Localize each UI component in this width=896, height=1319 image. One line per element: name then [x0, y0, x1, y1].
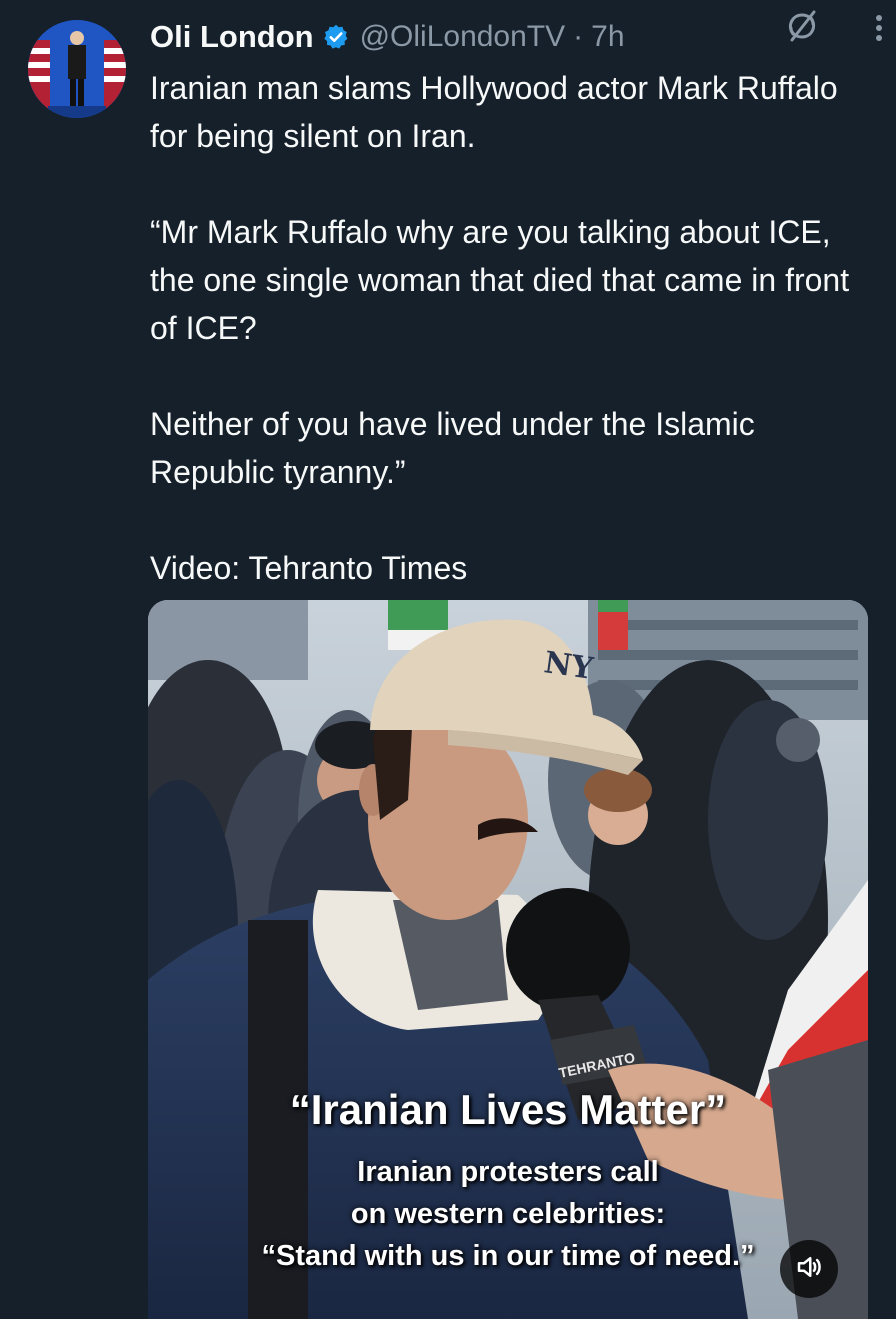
avatar[interactable]	[28, 20, 126, 118]
author-name[interactable]: Oli London	[150, 19, 314, 55]
mute-button[interactable]	[780, 1240, 838, 1298]
grok-icon[interactable]	[784, 8, 820, 44]
post-time[interactable]: 7h	[591, 20, 624, 54]
post-paragraph: Iranian man slams Hollywood actor Mark R…	[150, 70, 838, 154]
post-paragraph: Neither of you have lived under the Isla…	[150, 406, 755, 490]
post-text: Iranian man slams Hollywood actor Mark R…	[150, 64, 870, 592]
video-caption-line: on western celebrities:	[350, 1198, 666, 1230]
author-handle[interactable]: @OliLondonTV	[360, 20, 566, 54]
video-caption-title: “Iranian Lives Matter”	[289, 1086, 727, 1133]
post-paragraph: Video: Tehranto Times	[150, 550, 468, 586]
video-caption-line: “Stand with us in our time of need.”	[261, 1240, 755, 1272]
video-caption-line: Iranian protesters call	[357, 1156, 659, 1188]
tweet[interactable]: Oli London @OliLondonTV · 7h Iranian man…	[0, 0, 896, 1319]
video-player[interactable]: NY TEHRANTO “Iranian Lives Matter” Irani…	[148, 600, 868, 1319]
separator-dot: ·	[573, 20, 584, 53]
more-vertical-icon[interactable]	[872, 10, 886, 46]
post-paragraph: “Mr Mark Ruffalo why are you talking abo…	[150, 214, 850, 346]
speaker-volume-icon	[794, 1252, 824, 1287]
post-header: Oli London @OliLondonTV · 7h	[150, 14, 866, 60]
verified-badge-icon	[322, 23, 350, 51]
